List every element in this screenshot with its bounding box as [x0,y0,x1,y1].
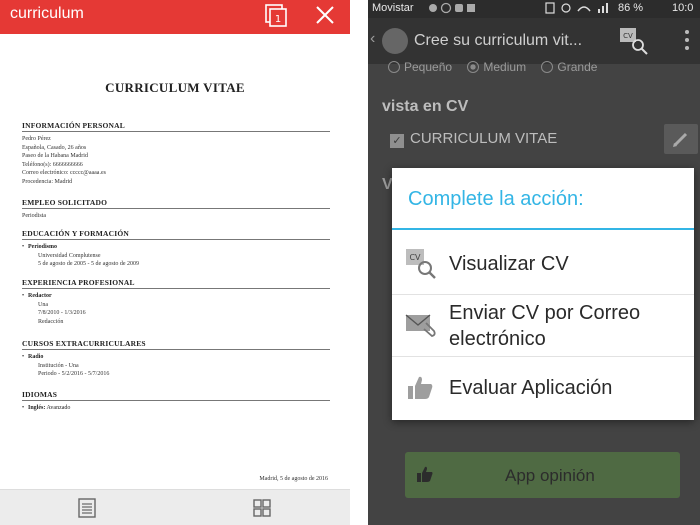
signature-line: Madrid, 5 de agosto de 2016 [259,476,328,482]
experience-detail: 7/8/2010 - 1/3/2016 [38,310,86,317]
job-line: Periodista [22,213,46,219]
experience-detail: Redacción [38,318,64,325]
dialog-item-view-cv[interactable]: CV Visualizar CV [392,234,694,294]
grid-view-icon[interactable] [253,499,271,517]
dialog-item-email-cv[interactable]: Enviar CV por Correo electrónico [392,294,694,356]
cv-document: CURRICULUM VITAE INFORMACIÓN PERSONAL Pe… [0,34,350,489]
signal-icons [544,1,616,18]
course-detail: Periodo - 5/2/2016 - 5/7/2016 [38,371,110,378]
checkbox-checked-icon[interactable]: ✓ [390,134,404,148]
pages-icon[interactable]: 1 [265,4,287,28]
section-title: vista en CV [382,98,469,115]
page-count-badge: 1 [275,14,281,25]
dialog-title-divider [392,228,694,230]
section-heading: INFORMACIÓN PERSONAL [22,121,330,132]
personal-line: Paseo de la Habana Madrid [22,153,88,160]
cv-checkbox-row[interactable]: ✓ CURRICULUM VITAE [390,130,557,148]
email-cv-label: Enviar CV por Correo electrónico [449,302,641,350]
personal-line: Pedro Pérez [22,136,51,142]
pencil-icon [673,132,688,147]
education-item: Periodismo [22,243,330,252]
section-personal: INFORMACIÓN PERSONAL Pedro Pérez Español… [22,121,330,187]
overflow-menu-icon[interactable] [684,28,690,52]
education-detail: Universidad Complutense [38,252,101,259]
back-chevron-icon[interactable]: ‹ [370,30,375,48]
section-experience: EXPERIENCIA PROFESIONAL Redactor Una 7/8… [22,278,330,326]
cv-viewer-pane: curriculum 1 CURRICULUM VITAE INFORMACIÓ… [0,0,350,525]
status-bar: Movistar 86 % 10:0 [368,0,700,18]
app-title: Cree su curriculum vit... [414,32,583,49]
battery-level: 86 % [618,2,644,14]
education-detail: 5 de agosto de 2005 - 5 de agosto de 200… [38,261,139,268]
experience-item: Redactor [22,292,330,301]
section-heading: EMPLEO SOLICITADO [22,198,330,209]
section-languages: IDIOMAS Inglés: Avanzado [22,390,330,413]
opinion-button-label: App opinión [505,466,595,485]
section-heading: EDUCACIÓN Y FORMACIÓN [22,229,330,240]
carrier-label: Movistar [372,2,414,14]
personal-line: Teléfono(s): 6666666666 [22,161,83,168]
dialog-title: Complete la acción: [408,188,584,210]
checkbox-label: CURRICULUM VITAE [410,130,558,147]
view-cv-label: Visualizar CV [449,253,569,275]
app-logo-icon[interactable] [382,28,408,54]
viewer-top-bar: curriculum 1 [0,0,350,34]
section-heading: CURSOS EXTRACURRICULARES [22,339,330,350]
cv-search-icon: CV [406,249,436,279]
screenshot-root: curriculum 1 CURRICULUM VITAE INFORMACIÓ… [0,0,700,525]
personal-line: Correo electrónico: ccccc@aaaa.es [22,170,106,177]
section-heading: EXPERIENCIA PROFESIONAL [22,278,330,289]
course-item: Radio [22,353,330,362]
radio-large-label: Grande [557,60,598,74]
section-education: EDUCACIÓN Y FORMACIÓN Periodismo Univers… [22,229,330,269]
svg-text:CV: CV [623,32,633,40]
app-opinion-button[interactable]: App opinión [405,452,680,498]
radio-small-label: Pequeño [404,60,453,74]
viewer-bottom-bar [0,489,350,525]
course-detail: Institución - Una [38,362,79,369]
personal-line: Procedencia: Madrid [22,178,73,185]
viewer-title: curriculum [10,5,84,22]
rate-app-label: Evaluar Aplicación [449,377,613,399]
clock: 10:0 [672,2,694,14]
language-item: Inglés: Avanzado [22,404,330,413]
mail-paperclip-icon [405,314,436,337]
personal-line: Española, Casado, 26 años [22,144,87,151]
radio-medium[interactable] [467,61,480,73]
radio-medium-label: Medium [483,60,527,74]
experience-detail: Una [38,301,48,308]
section-heading: IDIOMAS [22,390,330,401]
app-action-bar: ‹ Cree su curriculum vit... CV [368,18,700,64]
section-courses: CURSOS EXTRACURRICULARES Radio Instituci… [22,339,330,379]
radio-small[interactable] [388,61,400,73]
document-title: CURRICULUM VITAE [105,80,245,95]
complete-action-dialog: Complete la acción: CV Visualizar CV Env… [392,168,694,420]
edit-pencil-button[interactable] [664,124,698,154]
android-app-pane: Movistar 86 % 10:0 ‹ Cree su curriculum … [368,0,700,525]
thumbs-up-icon [408,376,433,399]
cv-search-icon[interactable]: CV [618,26,650,56]
svg-text:CV: CV [409,253,421,262]
section-job: EMPLEO SOLICITADO Periodista [22,198,330,221]
dialog-item-rate-app[interactable]: Evaluar Aplicación [392,356,694,418]
size-radio-group: Pequeño Medium Grande [388,60,609,74]
document-list-icon[interactable] [78,498,96,518]
close-icon[interactable] [314,4,336,26]
thumbs-up-icon [417,466,433,482]
notification-icons [428,2,476,17]
radio-large[interactable] [541,61,554,73]
pane-divider [350,0,368,525]
